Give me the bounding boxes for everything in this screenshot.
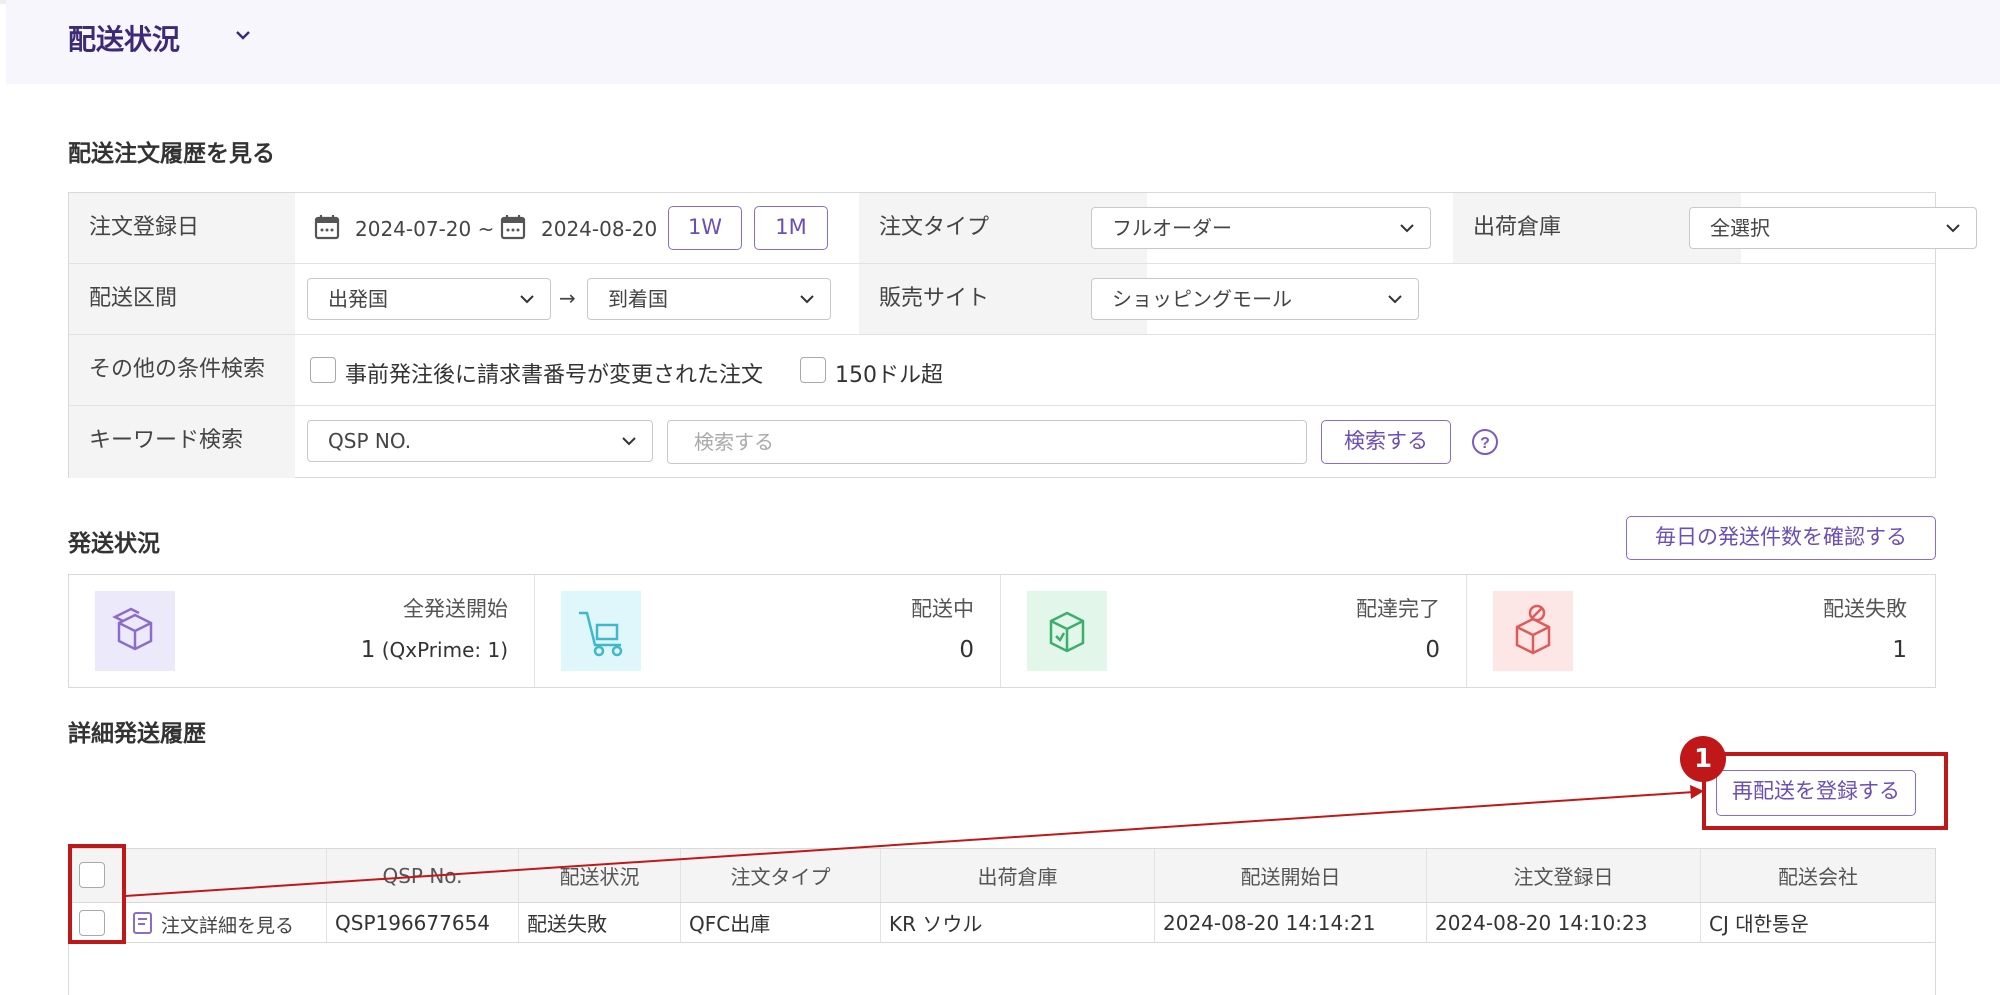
section-title-shipping-status: 発送状況 bbox=[68, 531, 160, 557]
cart-icon bbox=[561, 591, 641, 671]
keyword-search-input[interactable]: 検索する bbox=[667, 420, 1307, 464]
keyword-type-select[interactable]: QSP NO. bbox=[307, 420, 653, 462]
search-row-date: 注文登録日 2024-07-20 ~ 2024-08-20 1W 1M 注文タイ… bbox=[69, 193, 1977, 264]
chevron-down-icon bbox=[1400, 224, 1414, 233]
page-title: 配送状況 bbox=[68, 23, 181, 56]
table-header: QSP No. 配送状況 注文タイプ 出荷倉庫 配送開始日 注文登録日 配送会社 bbox=[69, 849, 1935, 903]
column-header[interactable]: 配送開始日 bbox=[1155, 849, 1427, 902]
svg-text:?: ? bbox=[1480, 435, 1490, 452]
warehouse-cell: KR ソウル bbox=[881, 903, 1155, 942]
search-row-keyword: キーワード検索 QSP NO. 検索する 検索する ? bbox=[69, 406, 1935, 478]
sales-site-value: ショッピングモール bbox=[1112, 287, 1292, 311]
order-type-select[interactable]: フルオーダー bbox=[1091, 207, 1431, 249]
section-title-detail-history: 詳細発送履歴 bbox=[68, 721, 206, 747]
date-to[interactable]: 2024-08-20 bbox=[541, 217, 657, 241]
date-from[interactable]: 2024-07-20 ~ bbox=[355, 217, 494, 241]
chevron-down-icon bbox=[520, 295, 534, 304]
box-check-icon bbox=[1027, 591, 1107, 671]
search-button[interactable]: 検索する bbox=[1321, 420, 1451, 464]
ship-date-cell: 2024-08-20 14:14:21 bbox=[1155, 903, 1427, 942]
card-label: 全発送開始 bbox=[403, 597, 508, 621]
status-card-in-transit[interactable]: 配送中 0 bbox=[535, 575, 1001, 687]
other-conditions-label: その他の条件検索 bbox=[69, 335, 295, 405]
help-icon[interactable]: ? bbox=[1471, 428, 1499, 456]
column-header[interactable]: 配送会社 bbox=[1701, 849, 1935, 902]
search-form: 注文登録日 2024-07-20 ~ 2024-08-20 1W 1M 注文タイ… bbox=[68, 192, 1977, 478]
chevron-down-icon bbox=[1388, 295, 1402, 304]
destination-country-select[interactable]: 到着国 bbox=[587, 278, 831, 320]
section-title-order-history: 配送注文履歴を見る bbox=[68, 141, 275, 167]
order-date-label: 注文登録日 bbox=[69, 193, 295, 263]
invoice-changed-label[interactable]: 事前発注後に請求書番号が変更された注文 bbox=[345, 357, 763, 389]
origin-country-value: 出発国 bbox=[328, 287, 388, 311]
chevron-down-icon bbox=[1946, 224, 1960, 233]
document-icon[interactable] bbox=[131, 911, 155, 935]
invoice-changed-checkbox[interactable] bbox=[310, 357, 336, 383]
card-label: 配達完了 bbox=[1356, 597, 1440, 621]
search-row-other: その他の条件検索 事前発注後に請求書番号が変更された注文 150ドル超 bbox=[69, 335, 1935, 406]
card-label: 配送失敗 bbox=[1823, 597, 1907, 621]
box-fail-icon bbox=[1493, 591, 1573, 671]
daily-shipments-button[interactable]: 毎日の発送件数を確認する bbox=[1626, 516, 1936, 560]
card-label: 配送中 bbox=[911, 597, 974, 621]
sales-site-select[interactable]: ショッピングモール bbox=[1091, 278, 1419, 320]
qsp-number-cell: QSP196677654 bbox=[327, 903, 519, 942]
warehouse-select[interactable]: 全選択 bbox=[1689, 207, 1977, 249]
order-detail-link[interactable]: 注文詳細を見る bbox=[161, 911, 294, 938]
chevron-down-icon[interactable] bbox=[232, 24, 254, 46]
route-label: 配送区間 bbox=[69, 264, 295, 334]
warehouse-value: 全選択 bbox=[1710, 216, 1770, 240]
carrier-cell: CJ 대한통운 bbox=[1709, 912, 1809, 936]
column-header[interactable]: 出荷倉庫 bbox=[881, 849, 1155, 902]
chevron-down-icon bbox=[800, 295, 814, 304]
card-value: 1 (QxPrime: 1) bbox=[361, 637, 508, 663]
annotation-step-number: 1 bbox=[1680, 736, 1726, 782]
card-value: 0 bbox=[959, 637, 974, 663]
over-150-checkbox[interactable] bbox=[800, 357, 826, 383]
chevron-down-icon bbox=[622, 437, 636, 446]
status-cards: 全発送開始 1 (QxPrime: 1) 配送中 0 配達完了 0 配送失敗 1 bbox=[68, 574, 1936, 688]
destination-country-value: 到着国 bbox=[608, 287, 668, 311]
search-row-route: 配送区間 出発国 → 到着国 販売サイト ショッピングモール bbox=[69, 264, 1935, 335]
column-header[interactable]: 配送状況 bbox=[519, 849, 681, 902]
over-150-label[interactable]: 150ドル超 bbox=[835, 357, 943, 389]
highlight-reship-button bbox=[1702, 752, 1948, 830]
keyword-type-value: QSP NO. bbox=[328, 429, 412, 453]
card-sub: (QxPrime: 1) bbox=[375, 638, 508, 662]
page-header bbox=[6, 0, 2000, 84]
card-count: 1 bbox=[360, 637, 376, 663]
1w-button[interactable]: 1W bbox=[668, 206, 742, 250]
order-type-value: フルオーダー bbox=[1112, 216, 1232, 240]
calendar-icon[interactable] bbox=[313, 213, 341, 241]
column-header[interactable]: QSP No. bbox=[327, 849, 519, 902]
origin-country-select[interactable]: 出発国 bbox=[307, 278, 551, 320]
calendar-icon[interactable] bbox=[499, 213, 527, 241]
annotation-arrow bbox=[125, 785, 1704, 897]
column-header[interactable]: 注文登録日 bbox=[1427, 849, 1701, 902]
card-value: 0 bbox=[1425, 637, 1440, 663]
shipping-history-table: QSP No. 配送状況 注文タイプ 出荷倉庫 配送開始日 注文登録日 配送会社… bbox=[68, 848, 1936, 995]
status-card-delivered[interactable]: 配達完了 0 bbox=[1001, 575, 1467, 687]
highlight-checkbox-column bbox=[68, 844, 126, 944]
status-card-failed[interactable]: 配送失敗 1 bbox=[1467, 575, 1933, 687]
route-arrow: → bbox=[559, 286, 576, 310]
1m-button[interactable]: 1M bbox=[754, 206, 828, 250]
column-header[interactable]: 注文タイプ bbox=[681, 849, 881, 902]
order-type-cell: QFC出庫 bbox=[681, 903, 881, 942]
order-date-cell: 2024-08-20 14:10:23 bbox=[1427, 903, 1701, 942]
table-row[interactable]: 注文詳細を見る QSP196677654 配送失敗 QFC出庫 KR ソウル 2… bbox=[69, 903, 1935, 943]
box-icon bbox=[95, 591, 175, 671]
shipping-status-cell: 配送失敗 bbox=[519, 903, 681, 942]
keyword-label: キーワード検索 bbox=[69, 406, 295, 478]
status-card-all[interactable]: 全発送開始 1 (QxPrime: 1) bbox=[69, 575, 535, 687]
card-value: 1 bbox=[1892, 637, 1907, 663]
